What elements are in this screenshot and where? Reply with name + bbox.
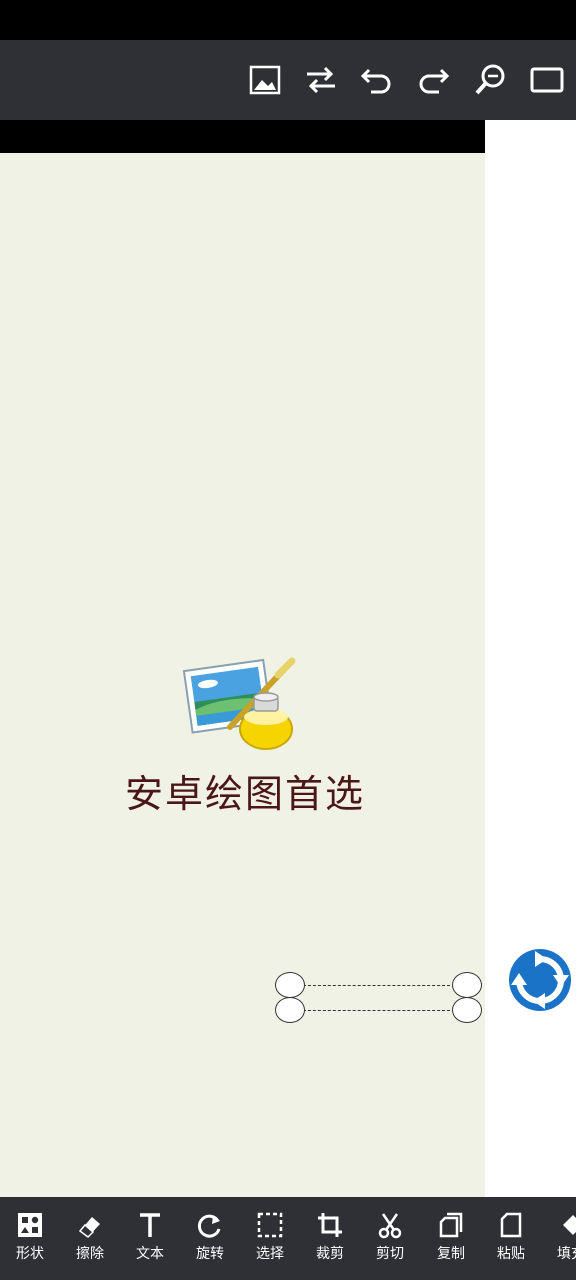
text-label: 文本 — [136, 1246, 164, 1262]
select-label: 选择 — [256, 1246, 284, 1262]
copy-label: 复制 — [437, 1246, 465, 1262]
bottom-toolbar: 形状 擦除 文本 旋转 选择 裁剪 剪切 复制 粘贴 填 — [0, 1197, 576, 1280]
crop-icon — [318, 1213, 342, 1237]
zoom-icon — [475, 64, 505, 95]
shape-icon — [18, 1213, 42, 1237]
paste-label: 粘贴 — [497, 1246, 525, 1262]
cut-tool[interactable]: 剪切 — [360, 1211, 420, 1267]
select-tool[interactable]: 选择 — [240, 1211, 300, 1267]
rotate-handle-icon[interactable] — [505, 945, 575, 1015]
swap-icon — [307, 66, 335, 94]
image-icon — [249, 65, 281, 95]
fullscreen-icon — [530, 67, 564, 93]
resize-handle-bottom-left[interactable] — [275, 997, 305, 1023]
resize-handle-top-right[interactable] — [452, 972, 482, 998]
redo-button[interactable] — [411, 58, 455, 102]
canvas-area: 安卓绘图首选 — [0, 120, 576, 1197]
image-button[interactable] — [243, 58, 287, 102]
crop-tool[interactable]: 裁剪 — [300, 1211, 360, 1267]
resize-handle-top-left[interactable] — [275, 972, 305, 998]
crop-label: 裁剪 — [316, 1246, 344, 1262]
logo-text: 安卓绘图首选 — [124, 772, 365, 816]
scissors-icon — [378, 1213, 402, 1239]
paste-tool[interactable]: 粘贴 — [481, 1211, 541, 1267]
canvas-top-band — [0, 120, 485, 153]
undo-icon — [360, 68, 391, 94]
undo-button[interactable] — [355, 58, 399, 102]
fill-bucket-icon — [563, 1215, 576, 1235]
eraser-icon — [78, 1217, 100, 1238]
resize-handle-bottom-right[interactable] — [452, 997, 482, 1023]
redo-icon — [419, 68, 450, 94]
swap-button[interactable] — [299, 58, 343, 102]
paint-logo-icon — [182, 657, 296, 750]
paste-icon — [500, 1212, 522, 1238]
rotate-label: 旋转 — [196, 1246, 224, 1262]
selection-top-edge — [303, 985, 455, 986]
text-tool[interactable]: 文本 — [120, 1211, 180, 1267]
copy-icon — [439, 1212, 463, 1238]
erase-label: 擦除 — [76, 1246, 104, 1262]
fill-tool[interactable]: 填充 — [541, 1211, 576, 1267]
status-bar — [0, 0, 576, 40]
selection-bottom-edge — [303, 1010, 455, 1011]
fill-label: 填充 — [557, 1246, 576, 1262]
copy-tool[interactable]: 复制 — [421, 1211, 481, 1267]
cut-label: 剪切 — [376, 1246, 404, 1262]
selection-box[interactable] — [275, 970, 485, 1028]
rotate-icon — [197, 1214, 221, 1238]
rotate-tool[interactable]: 旋转 — [180, 1211, 240, 1267]
zoom-button[interactable] — [468, 58, 512, 102]
erase-tool[interactable]: 擦除 — [60, 1211, 120, 1267]
shape-label: 形状 — [16, 1246, 44, 1262]
fullscreen-button[interactable] — [525, 58, 569, 102]
top-toolbar — [0, 40, 576, 120]
shape-tool[interactable]: 形状 — [0, 1211, 60, 1267]
text-icon — [140, 1213, 160, 1237]
drawing-canvas[interactable]: 安卓绘图首选 — [0, 153, 485, 1197]
select-icon — [257, 1212, 283, 1238]
